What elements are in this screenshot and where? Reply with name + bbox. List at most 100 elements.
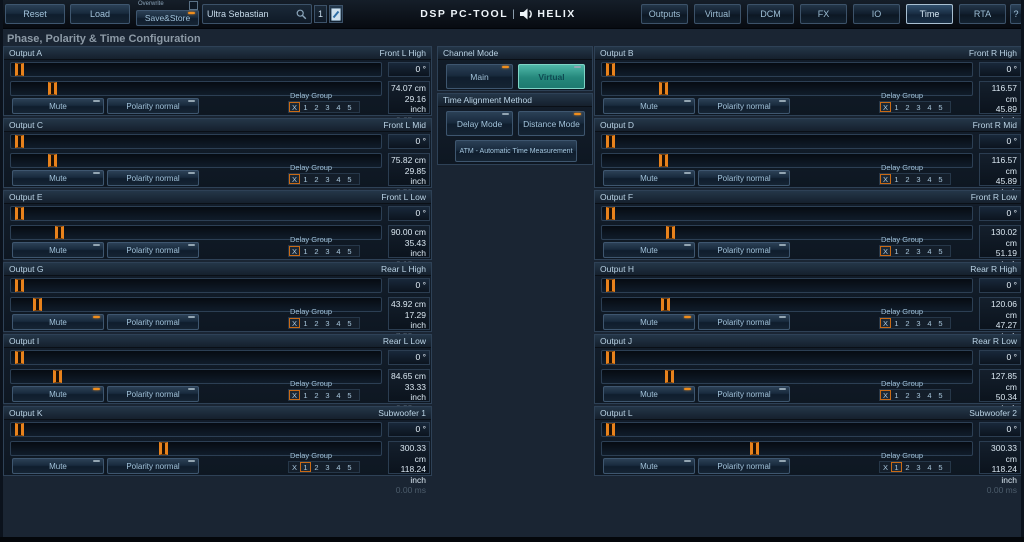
delay-group-option-5[interactable]: 5 bbox=[344, 462, 355, 472]
polarity-button[interactable]: Polarity normal bbox=[107, 98, 199, 114]
phase-slider[interactable] bbox=[10, 422, 382, 437]
delay-group-option-1[interactable]: 1 bbox=[300, 390, 311, 400]
reset-button[interactable]: Reset bbox=[5, 4, 65, 24]
delay-group-option-x[interactable]: X bbox=[289, 174, 300, 184]
phase-slider-handle[interactable] bbox=[15, 351, 25, 364]
delay-group-option-4[interactable]: 4 bbox=[333, 246, 344, 256]
mute-button[interactable]: Mute bbox=[603, 386, 695, 402]
delay-group-option-2[interactable]: 2 bbox=[902, 390, 913, 400]
delay-group-option-1[interactable]: 1 bbox=[300, 174, 311, 184]
delay-mode-button[interactable]: Delay Mode bbox=[446, 111, 513, 136]
phase-slider[interactable] bbox=[601, 278, 973, 293]
phase-value-box[interactable]: 0 ° bbox=[388, 134, 430, 149]
phase-slider[interactable] bbox=[601, 134, 973, 149]
delay-slider-handle[interactable] bbox=[159, 442, 168, 455]
delay-group-option-5[interactable]: 5 bbox=[344, 390, 355, 400]
delay-group-option-x[interactable]: X bbox=[289, 318, 300, 328]
polarity-button[interactable]: Polarity normal bbox=[107, 242, 199, 258]
delay-slider-handle[interactable] bbox=[55, 226, 65, 239]
mute-button[interactable]: Mute bbox=[12, 242, 104, 258]
phase-value-box[interactable]: 0 ° bbox=[979, 134, 1021, 149]
delay-slider-handle[interactable] bbox=[32, 298, 42, 311]
delay-group-option-2[interactable]: 2 bbox=[311, 102, 322, 112]
mute-button[interactable]: Mute bbox=[603, 170, 695, 186]
phase-slider-handle[interactable] bbox=[15, 279, 25, 292]
phase-slider[interactable] bbox=[10, 350, 382, 365]
phase-slider-handle[interactable] bbox=[606, 279, 616, 292]
delay-group-option-1[interactable]: 1 bbox=[891, 246, 902, 256]
phase-slider-handle[interactable] bbox=[15, 63, 25, 76]
phase-slider[interactable] bbox=[601, 206, 973, 221]
delay-group-option-3[interactable]: 3 bbox=[913, 174, 924, 184]
delay-group-option-3[interactable]: 3 bbox=[322, 390, 333, 400]
mute-button[interactable]: Mute bbox=[603, 458, 695, 474]
phase-value-box[interactable]: 0 ° bbox=[979, 206, 1021, 221]
polarity-button[interactable]: Polarity normal bbox=[107, 386, 199, 402]
delay-group-option-5[interactable]: 5 bbox=[935, 102, 946, 112]
delay-group-option-4[interactable]: 4 bbox=[924, 174, 935, 184]
delay-group-option-3[interactable]: 3 bbox=[322, 462, 333, 472]
delay-group-option-1[interactable]: 1 bbox=[891, 102, 902, 112]
delay-slider-handle[interactable] bbox=[47, 82, 57, 95]
delay-group-option-3[interactable]: 3 bbox=[322, 174, 333, 184]
delay-group-option-5[interactable]: 5 bbox=[344, 174, 355, 184]
delay-group-option-5[interactable]: 5 bbox=[344, 246, 355, 256]
nav-outputs-button[interactable]: Outputs bbox=[641, 4, 688, 24]
polarity-button[interactable]: Polarity normal bbox=[698, 386, 790, 402]
delay-group-option-5[interactable]: 5 bbox=[935, 462, 946, 472]
phase-slider[interactable] bbox=[10, 134, 382, 149]
mute-button[interactable]: Mute bbox=[603, 314, 695, 330]
delay-group-option-x[interactable]: X bbox=[289, 390, 300, 400]
delay-group-option-2[interactable]: 2 bbox=[902, 462, 913, 472]
delay-group-option-5[interactable]: 5 bbox=[935, 318, 946, 328]
delay-group-option-5[interactable]: 5 bbox=[344, 102, 355, 112]
delay-group-option-2[interactable]: 2 bbox=[902, 318, 913, 328]
delay-slider-handle[interactable] bbox=[659, 154, 669, 167]
phase-slider-handle[interactable] bbox=[606, 351, 616, 364]
delay-group-option-3[interactable]: 3 bbox=[322, 318, 333, 328]
polarity-button[interactable]: Polarity normal bbox=[107, 314, 199, 330]
phase-slider-handle[interactable] bbox=[15, 135, 25, 148]
nav-time-button[interactable]: Time bbox=[906, 4, 953, 24]
delay-group-option-4[interactable]: 4 bbox=[924, 390, 935, 400]
delay-group-option-1[interactable]: 1 bbox=[300, 246, 311, 256]
edit-document-icon[interactable] bbox=[329, 5, 343, 23]
delay-group-option-4[interactable]: 4 bbox=[333, 462, 344, 472]
delay-group-option-4[interactable]: 4 bbox=[333, 390, 344, 400]
delay-group-option-3[interactable]: 3 bbox=[322, 102, 333, 112]
delay-slider-handle[interactable] bbox=[664, 370, 674, 383]
mute-button[interactable]: Mute bbox=[12, 314, 104, 330]
delay-group-option-3[interactable]: 3 bbox=[913, 246, 924, 256]
phase-value-box[interactable]: 0 ° bbox=[979, 62, 1021, 77]
polarity-button[interactable]: Polarity normal bbox=[698, 314, 790, 330]
phase-slider[interactable] bbox=[601, 62, 973, 77]
polarity-button[interactable]: Polarity normal bbox=[698, 170, 790, 186]
channel-mode-main-button[interactable]: Main bbox=[446, 64, 513, 89]
delay-group-option-4[interactable]: 4 bbox=[333, 102, 344, 112]
phase-slider-handle[interactable] bbox=[15, 423, 25, 436]
delay-group-option-2[interactable]: 2 bbox=[902, 102, 913, 112]
phase-value-box[interactable]: 0 ° bbox=[388, 62, 430, 77]
delay-group-option-2[interactable]: 2 bbox=[311, 246, 322, 256]
delay-group-option-1[interactable]: 1 bbox=[891, 462, 902, 472]
delay-group-option-x[interactable]: X bbox=[880, 318, 891, 328]
phase-slider[interactable] bbox=[601, 422, 973, 437]
polarity-button[interactable]: Polarity normal bbox=[698, 242, 790, 258]
delay-group-option-x[interactable]: X bbox=[880, 102, 891, 112]
delay-group-option-4[interactable]: 4 bbox=[924, 246, 935, 256]
polarity-button[interactable]: Polarity normal bbox=[107, 170, 199, 186]
delay-group-option-4[interactable]: 4 bbox=[333, 318, 344, 328]
delay-group-option-1[interactable]: 1 bbox=[891, 174, 902, 184]
load-button[interactable]: Load bbox=[70, 4, 130, 24]
phase-value-box[interactable]: 0 ° bbox=[388, 422, 430, 437]
nav-fx-button[interactable]: FX bbox=[800, 4, 847, 24]
delay-group-option-2[interactable]: 2 bbox=[902, 174, 913, 184]
phase-slider[interactable] bbox=[10, 278, 382, 293]
delay-group-option-2[interactable]: 2 bbox=[311, 318, 322, 328]
overwrite-checkbox[interactable] bbox=[189, 1, 198, 10]
delay-group-option-2[interactable]: 2 bbox=[902, 246, 913, 256]
setup-name-input[interactable]: Ultra Sebastian bbox=[202, 4, 312, 24]
delay-group-option-5[interactable]: 5 bbox=[935, 390, 946, 400]
atm-button[interactable]: ATM - Automatic Time Measurement bbox=[455, 140, 577, 162]
polarity-button[interactable]: Polarity normal bbox=[107, 458, 199, 474]
